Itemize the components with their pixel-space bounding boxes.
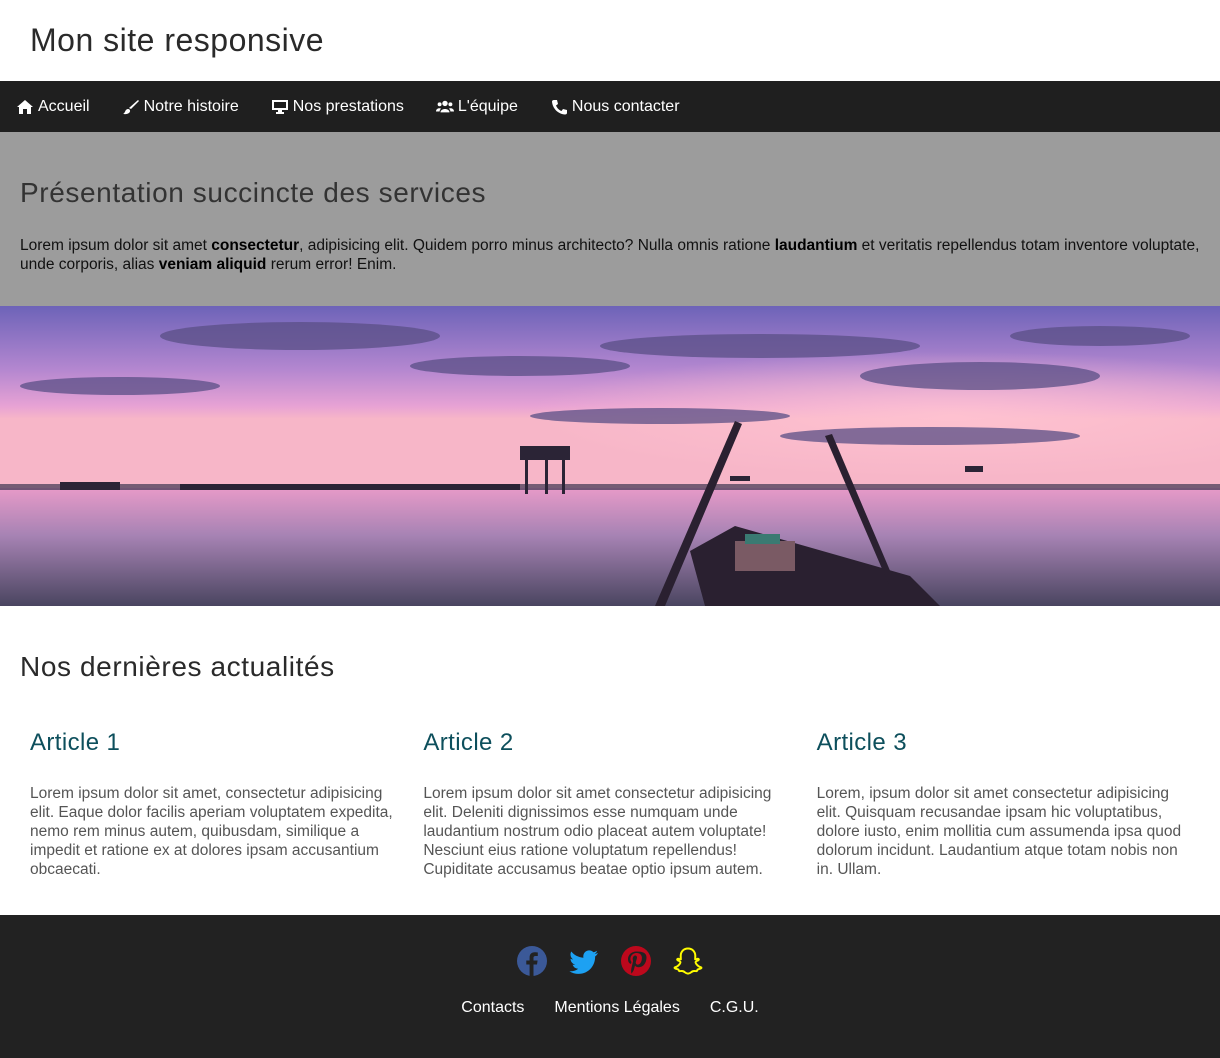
nav-item-equipe[interactable]: L'équipe — [435, 97, 518, 116]
nav-item-label: Nos prestations — [292, 97, 404, 115]
facebook-icon[interactable] — [516, 945, 548, 977]
paintbrush-icon — [122, 99, 139, 114]
site-header: Mon site responsive — [0, 0, 1220, 81]
nav-item-label: Nous contacter — [571, 97, 680, 115]
article-card: Article 1 Lorem ipsum dolor sit amet, co… — [20, 728, 413, 879]
article-text: Lorem ipsum dolor sit amet consectetur a… — [423, 785, 772, 878]
desktop-icon — [271, 99, 288, 114]
home-icon — [17, 99, 33, 114]
site-title: Mon site responsive — [30, 22, 325, 58]
article-text: Lorem, ipsum dolor sit amet consectetur … — [816, 785, 1182, 878]
news-heading: Nos dernières actualités — [20, 651, 335, 682]
nav-item-nos-prestations[interactable]: Nos prestations — [271, 98, 404, 116]
article-card: Article 2 Lorem ipsum dolor sit amet con… — [413, 728, 806, 879]
footer-link-mentions-legales[interactable]: Mentions Légales — [554, 999, 679, 1017]
footer-link-cgu[interactable]: C.G.U. — [710, 999, 759, 1017]
intro-text: Lorem ipsum dolor sit amet consectetur, … — [20, 237, 1200, 273]
pinterest-icon[interactable] — [620, 945, 652, 977]
article-title[interactable]: Article 3 — [817, 728, 1190, 758]
article-title[interactable]: Article 2 — [423, 728, 796, 758]
news-section: Nos dernières actualités Article 1 Lorem… — [0, 606, 1220, 915]
article-title[interactable]: Article 1 — [30, 728, 403, 758]
articles-list: Article 1 Lorem ipsum dolor sit amet, co… — [20, 728, 1200, 879]
nav-item-label: Accueil — [38, 97, 90, 115]
twitter-icon[interactable] — [568, 945, 600, 977]
users-icon — [435, 100, 454, 112]
intro-section: Présentation succincte des services Lore… — [0, 132, 1220, 306]
article-card: Article 3 Lorem, ipsum dolor sit amet co… — [807, 728, 1200, 879]
article-text: Lorem ipsum dolor sit amet, consectetur … — [30, 785, 393, 878]
nav-item-label: L'équipe — [457, 97, 518, 115]
nav-item-label: Notre histoire — [143, 97, 239, 115]
social-links — [0, 945, 1220, 977]
phone-icon — [551, 99, 567, 114]
snapchat-icon[interactable] — [672, 945, 704, 977]
nav-item-contact[interactable]: Nous contacter — [550, 98, 680, 116]
hero-sunset-image — [0, 306, 1220, 606]
nav-item-accueil[interactable]: Accueil — [16, 98, 90, 116]
footer-links: Contacts Mentions Légales C.G.U. — [0, 999, 1220, 1017]
main-nav: Accueil Notre histoire Nos prestations L… — [0, 81, 1220, 132]
site-footer: Contacts Mentions Légales C.G.U. — [0, 915, 1220, 1058]
intro-heading: Présentation succincte des services — [20, 177, 487, 208]
nav-item-notre-histoire[interactable]: Notre histoire — [122, 98, 239, 116]
footer-link-contacts[interactable]: Contacts — [461, 999, 524, 1017]
